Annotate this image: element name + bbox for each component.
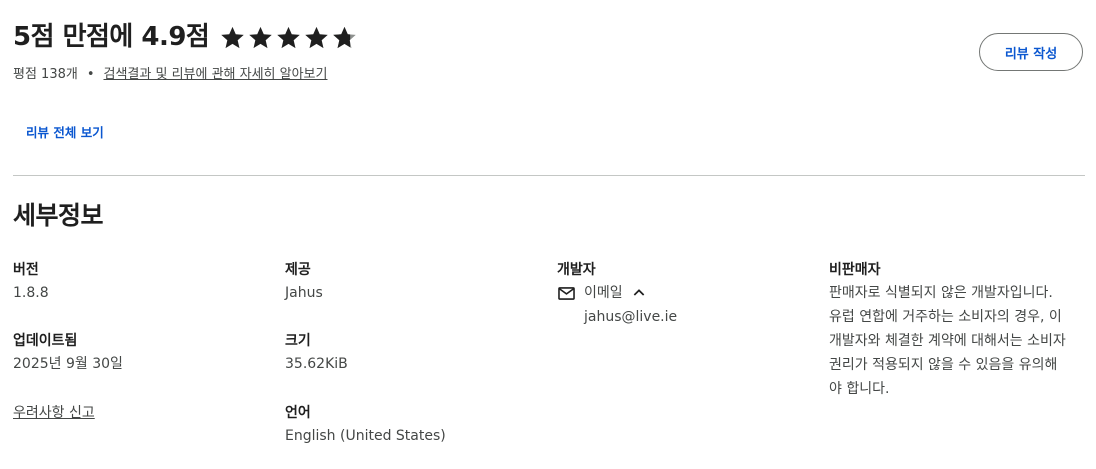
details-section-title: 세부정보 <box>13 201 104 230</box>
email-label: 이메일 <box>584 285 623 301</box>
section-divider <box>13 175 1085 176</box>
developer-email-toggle[interactable]: 이메일 <box>557 281 677 305</box>
learn-more-link[interactable]: 검색결과 및 리뷰에 관해 자세히 알아보기 <box>104 66 328 84</box>
version-label: 버전 <box>13 262 39 278</box>
star-rating <box>219 24 358 51</box>
see-all-reviews-link[interactable]: 리뷰 전체 보기 <box>26 122 104 141</box>
star-half-icon <box>331 24 358 51</box>
offered-by-value: Jahus <box>285 285 323 301</box>
write-review-button[interactable]: 리뷰 작성 <box>979 33 1083 71</box>
star-icon <box>275 24 302 51</box>
language-info: 언어 English (United States) <box>285 403 446 448</box>
rating-meta: 평점 138개 • 검색결과 및 리뷰에 관해 자세히 알아보기 <box>13 66 327 84</box>
rating-count: 평점 138개 <box>13 67 78 82</box>
non-trader-description: 판매자로 식별되지 않은 개발자입니다. 유럽 연합에 거주하는 소비자의 경우… <box>829 285 1066 397</box>
updated-label: 업데이트됨 <box>13 333 78 349</box>
language-label: 언어 <box>285 405 311 421</box>
developer-email-address[interactable]: jahus@live.ie <box>557 305 677 329</box>
offered-by-label: 제공 <box>285 262 311 278</box>
version-value: 1.8.8 <box>13 285 49 301</box>
non-trader-info: 비판매자 판매자로 식별되지 않은 개발자입니다. 유럽 연합에 거주하는 소비… <box>829 260 1069 401</box>
star-icon <box>303 24 330 51</box>
rating-title: 5점 만점에 4.9점 <box>13 22 210 52</box>
language-value: English (United States) <box>285 428 446 444</box>
rating-header: 5점 만점에 4.9점 <box>13 18 358 56</box>
offered-by-info: 제공 Jahus <box>285 260 323 305</box>
size-value: 35.62KiB <box>285 356 348 372</box>
star-icon <box>219 24 246 51</box>
updated-info: 업데이트됨 2025년 9월 30일 <box>13 331 123 376</box>
mail-icon <box>557 284 576 303</box>
size-info: 크기 35.62KiB <box>285 331 348 376</box>
non-trader-label: 비판매자 <box>829 262 881 278</box>
size-label: 크기 <box>285 333 311 349</box>
report-concern-link[interactable]: 우려사항 신고 <box>13 403 95 423</box>
chevron-up-icon <box>631 285 647 301</box>
version-info: 버전 1.8.8 <box>13 260 49 305</box>
separator-dot: • <box>86 67 95 82</box>
updated-value: 2025년 9월 30일 <box>13 356 123 372</box>
star-icon <box>247 24 274 51</box>
developer-info: 개발자 이메일 jahus@live.ie <box>557 260 677 329</box>
extension-page: 5점 만점에 4.9점 리뷰 작성 평점 138개 • 검색결과 및 리뷰에 관… <box>0 0 1096 469</box>
developer-label: 개발자 <box>557 262 596 278</box>
